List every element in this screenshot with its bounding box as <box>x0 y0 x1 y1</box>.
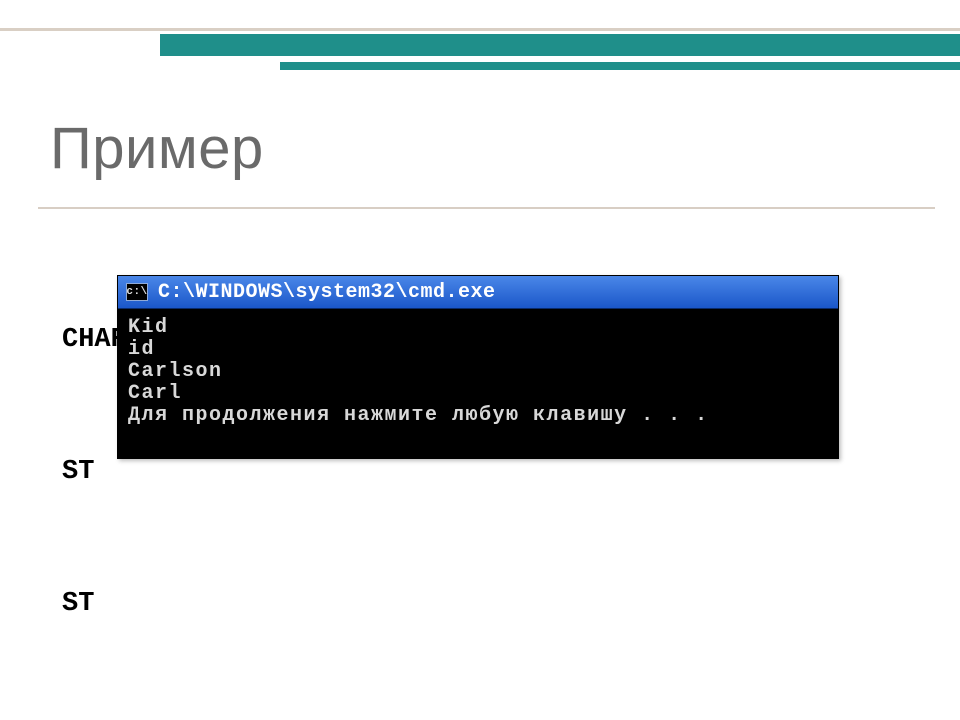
cmd-icon: c:\ <box>126 283 148 301</box>
console-line: id <box>128 339 828 361</box>
console-line: Carlson <box>128 361 828 383</box>
console-line: Carl <box>128 383 828 405</box>
decor-bar-teal-thick <box>160 34 960 56</box>
console-title: C:\WINDOWS\system32\cmd.exe <box>158 281 496 304</box>
console-titlebar: c:\ C:\WINDOWS\system32\cmd.exe <box>118 276 838 309</box>
decor-bar-top <box>0 0 960 31</box>
decor-bar-teal-thin <box>280 62 960 70</box>
console-line: Kid <box>128 317 828 339</box>
console-body: Kid id Carlson Carl Для продолжения нажм… <box>118 309 838 435</box>
console-line: Для продолжения нажмите любую клавишу . … <box>128 405 828 427</box>
decor-footer <box>0 710 960 720</box>
title-rule <box>38 207 935 209</box>
code-line-3: ST <box>62 582 930 626</box>
slide: Пример CHAR OS[] = "CARLSON"; ST ST S1 S… <box>0 0 960 720</box>
slide-title: Пример <box>50 115 264 182</box>
console-window: c:\ C:\WINDOWS\system32\cmd.exe Kid id C… <box>117 275 839 459</box>
